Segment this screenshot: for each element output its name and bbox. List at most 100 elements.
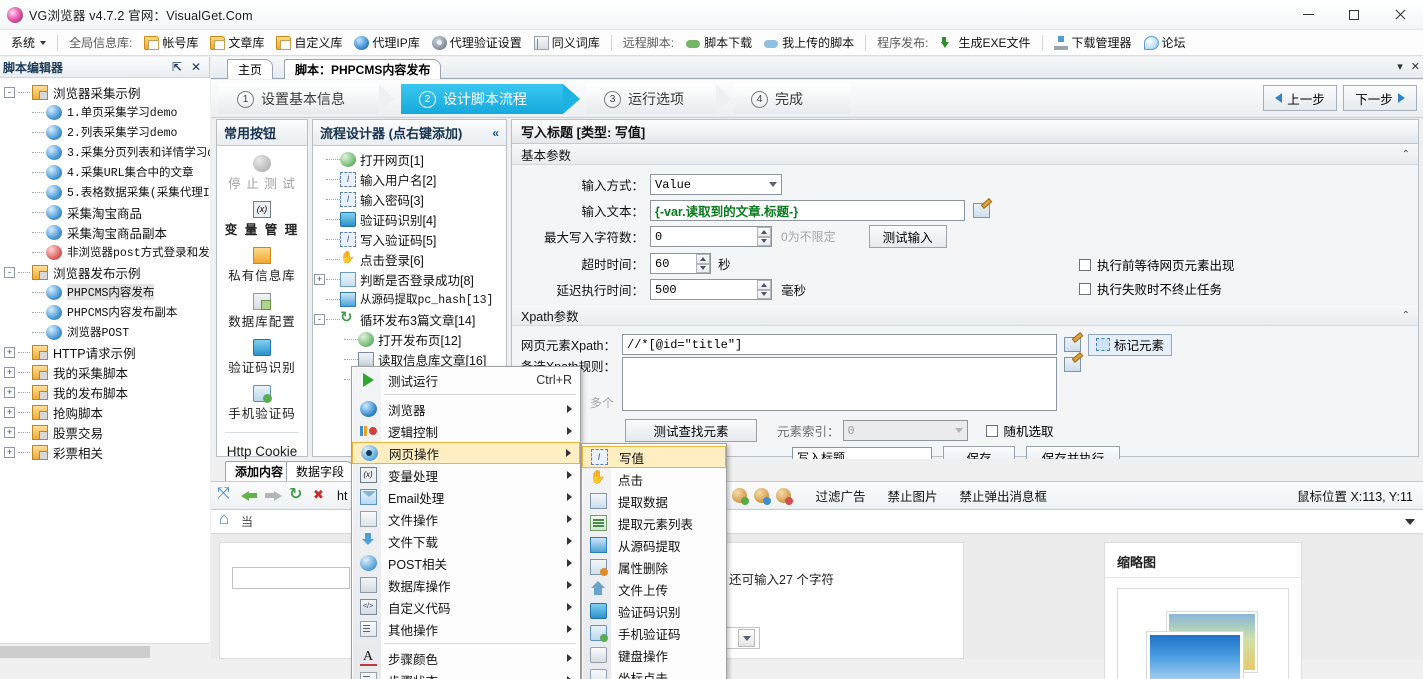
element-index-select[interactable]: 0 bbox=[843, 420, 968, 441]
tree-item[interactable]: 非浏览器post方式登录和发布 bbox=[0, 242, 210, 262]
tabstrip-close-icon[interactable]: ✕ bbox=[1411, 60, 1420, 73]
tab-data-fields[interactable]: 数据字段 bbox=[286, 461, 354, 481]
menu-item-database[interactable]: 数据库操作 bbox=[352, 574, 580, 596]
menu-item-post[interactable]: POST相关 bbox=[352, 552, 580, 574]
test-input-button[interactable]: 测试输入 bbox=[869, 225, 947, 248]
stop-icon[interactable] bbox=[313, 488, 330, 504]
next-step-button[interactable]: 下一步 bbox=[1343, 85, 1417, 111]
tab-home[interactable]: 主页 bbox=[227, 59, 273, 79]
context-submenu-web-actions[interactable]: I写值点击提取数据提取元素列表从源码提取属性删除文件上传验证码识别手机验证码键盘… bbox=[581, 443, 727, 679]
menu-item-proxy-verify-settings[interactable]: 代理验证设置 bbox=[427, 32, 527, 53]
flow-node[interactable]: 点击登录[6] bbox=[313, 249, 506, 269]
wait-element-checkbox[interactable] bbox=[1079, 259, 1091, 271]
timeout-stepper[interactable] bbox=[696, 254, 710, 273]
submenu-item-keyboard[interactable]: 键盘操作 bbox=[582, 644, 726, 666]
menu-item-account-lib[interactable]: 帐号库 bbox=[139, 32, 203, 53]
script-tree[interactable]: -浏览器采集示例1.单页采集学习demo2.列表采集学习demo3.采集分页列表… bbox=[0, 78, 210, 659]
chevron-up-icon[interactable]: ⌃ bbox=[1402, 149, 1410, 160]
alt-xpath-textarea[interactable] bbox=[622, 357, 1057, 411]
flow-node[interactable]: 打开网页[1] bbox=[313, 149, 506, 169]
close-button[interactable] bbox=[1377, 0, 1423, 30]
submenu-item-attr-remove[interactable]: 属性删除 bbox=[582, 556, 726, 578]
tree-item[interactable]: 1.单页采集学习demo bbox=[0, 102, 210, 122]
wait-element-checkbox-row[interactable]: 执行前等待网页元素出现 bbox=[1079, 255, 1235, 274]
tree-item[interactable]: 采集淘宝商品 bbox=[0, 202, 210, 222]
common-button-stop[interactable]: 停 止 测 试 bbox=[217, 151, 307, 197]
flow-node[interactable]: I输入密码[3] bbox=[313, 189, 506, 209]
flow-node[interactable]: 从源码提取pc_hash[13] bbox=[313, 289, 506, 309]
common-button-sms-code[interactable]: 手机验证码 bbox=[217, 381, 307, 427]
common-button-db-config[interactable]: 数据库配置 bbox=[217, 289, 307, 335]
common-button-variable[interactable]: (x)变 量 管 理 bbox=[217, 197, 307, 243]
submenu-item-html-source[interactable]: 从源码提取 bbox=[582, 534, 726, 556]
flow-node[interactable]: 打开发布页[12] bbox=[313, 329, 506, 349]
cookie-load-icon[interactable] bbox=[754, 488, 769, 503]
mark-element-button[interactable]: 标记元素 bbox=[1088, 334, 1172, 356]
menu-item-font-color[interactable]: A步骤颜色 bbox=[352, 647, 580, 669]
flow-node[interactable]: -循环发布3篇文章[14] bbox=[313, 309, 506, 329]
tree-expander-icon[interactable]: - bbox=[4, 267, 15, 278]
tab-script-phpcms[interactable]: 脚本：PHPCMS内容发布 bbox=[284, 59, 441, 79]
forward-icon[interactable] bbox=[265, 488, 282, 504]
tree-horizontal-scrollbar[interactable] bbox=[0, 643, 210, 659]
block-images-button[interactable]: 禁止图片 bbox=[887, 486, 937, 505]
stepper-up-icon[interactable] bbox=[757, 227, 771, 237]
prev-step-button[interactable]: 上一步 bbox=[1263, 85, 1337, 111]
basic-params-group-header[interactable]: 基本参数 ⌃ bbox=[512, 144, 1418, 165]
continue-on-fail-checkbox[interactable] bbox=[1079, 283, 1091, 295]
menu-item-custom-lib[interactable]: 自定义库 bbox=[271, 32, 347, 53]
filter-ads-button[interactable]: 过滤广告 bbox=[815, 486, 865, 505]
tab-add-content[interactable]: 添加内容 bbox=[225, 461, 293, 481]
tree-item[interactable]: 5.表格数据采集(采集代理IP bbox=[0, 182, 210, 202]
submenu-item-coord-click[interactable]: 坐标点击 bbox=[582, 666, 726, 679]
tree-expander-icon[interactable]: + bbox=[4, 347, 15, 358]
submenu-item-extract-data[interactable]: 提取数据 bbox=[582, 490, 726, 512]
submenu-item-captcha[interactable]: 验证码识别 bbox=[582, 600, 726, 622]
random-pick-checkbox[interactable] bbox=[986, 425, 998, 437]
menu-item-my-uploaded-scripts[interactable]: 我上传的脚本 bbox=[759, 32, 859, 53]
menu-item-step-state[interactable]: 步骤状态 bbox=[352, 669, 580, 679]
menu-item-mail[interactable]: Email处理 bbox=[352, 486, 580, 508]
menu-system[interactable]: 系统 bbox=[6, 32, 51, 53]
home-icon[interactable] bbox=[219, 515, 235, 529]
menu-item-synonym-lib[interactable]: 同义词库 bbox=[529, 32, 605, 53]
tree-expander-icon[interactable]: + bbox=[4, 367, 15, 378]
stepper-up-icon[interactable] bbox=[696, 254, 710, 264]
close-icon[interactable]: ✕ bbox=[191, 60, 201, 74]
flow-node[interactable]: 验证码识别[4] bbox=[313, 209, 506, 229]
menu-item-other[interactable]: 其他操作 bbox=[352, 618, 580, 640]
menu-item-build-exe[interactable]: 生成EXE文件 bbox=[936, 32, 1036, 53]
wizard-step-1[interactable]: 1 设置基本信息 bbox=[219, 80, 345, 118]
menu-item-script-download[interactable]: 脚本下载 bbox=[681, 32, 757, 53]
max-chars-stepper[interactable] bbox=[757, 227, 771, 246]
delay-field[interactable]: 500 bbox=[650, 279, 772, 300]
maximize-button[interactable] bbox=[1331, 0, 1377, 30]
tree-item[interactable]: +HTTP请求示例 bbox=[0, 342, 210, 362]
collapse-panel-button[interactable]: « bbox=[492, 126, 499, 140]
tree-item[interactable]: +我的发布脚本 bbox=[0, 382, 210, 402]
stepper-up-icon[interactable] bbox=[757, 280, 771, 290]
edit-xpath-icon[interactable] bbox=[1064, 337, 1081, 352]
input-mode-select[interactable]: Value bbox=[650, 174, 782, 195]
arrange-icon[interactable] bbox=[217, 488, 234, 504]
submenu-item-input[interactable]: I写值 bbox=[582, 446, 726, 468]
pin-icon[interactable]: ⇱ bbox=[172, 60, 182, 74]
delay-stepper[interactable] bbox=[757, 280, 771, 299]
refresh-icon[interactable] bbox=[289, 488, 306, 504]
tree-expander-icon[interactable]: + bbox=[4, 427, 15, 438]
minimize-button[interactable] bbox=[1285, 0, 1331, 30]
tree-item[interactable]: PHPCMS内容发布 bbox=[0, 282, 210, 302]
tree-item[interactable]: 4.采集URL集合中的文章 bbox=[0, 162, 210, 182]
tree-expander-icon[interactable]: + bbox=[4, 387, 15, 398]
menu-item-download[interactable]: 文件下载 bbox=[352, 530, 580, 552]
tree-expander-icon[interactable]: + bbox=[4, 447, 15, 458]
tree-item[interactable]: 浏览器POST bbox=[0, 322, 210, 342]
max-chars-field[interactable]: 0 bbox=[650, 226, 772, 247]
submenu-item-click[interactable]: 点击 bbox=[582, 468, 726, 490]
flow-node[interactable]: +判断是否登录成功[8] bbox=[313, 269, 506, 289]
tree-item[interactable]: +抢购脚本 bbox=[0, 402, 210, 422]
test-find-element-button[interactable]: 测试查找元素 bbox=[625, 419, 757, 442]
tree-item[interactable]: +股票交易 bbox=[0, 422, 210, 442]
flow-expander-icon[interactable]: - bbox=[314, 314, 325, 325]
menu-item-web-action[interactable]: 网页操作 bbox=[352, 442, 580, 464]
